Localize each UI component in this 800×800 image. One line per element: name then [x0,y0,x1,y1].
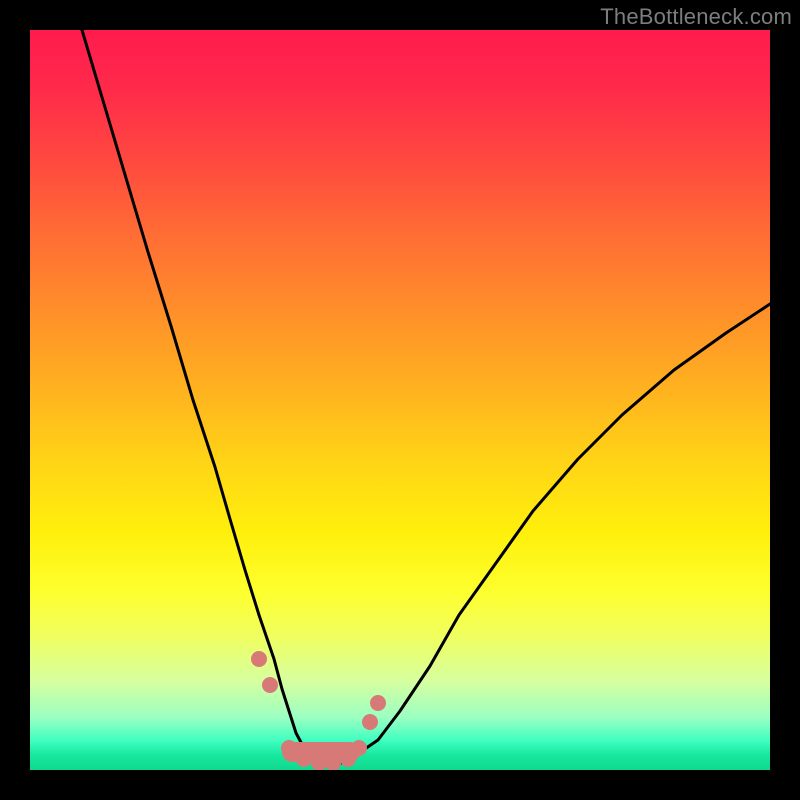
outer-frame: TheBottleneck.com [0,0,800,800]
plot-area [30,30,770,770]
watermark-text: TheBottleneck.com [600,4,792,30]
curve-path [82,30,770,763]
bottleneck-curve [30,30,770,770]
